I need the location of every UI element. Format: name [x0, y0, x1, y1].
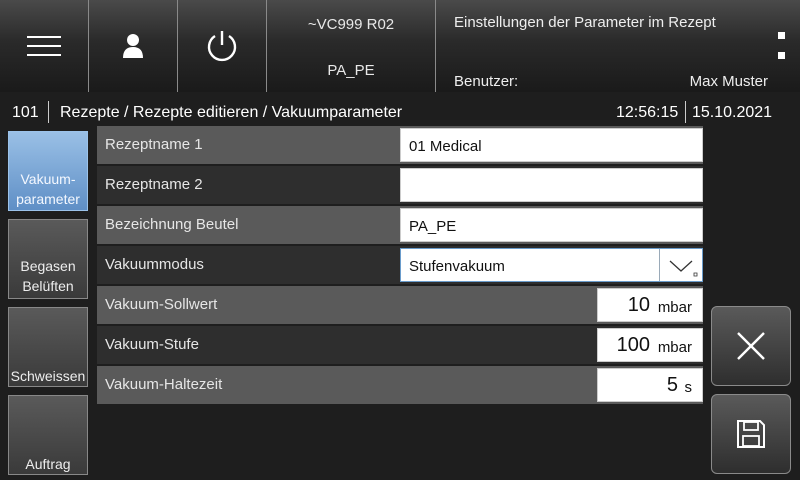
field-unit: mbar: [657, 299, 692, 316]
param-row-vakuummodus: Vakuummodus Stufenvakuum: [97, 246, 703, 284]
divider: [685, 101, 686, 123]
param-row-beutel: Bezeichnung Beutel PA_PE: [97, 206, 703, 244]
save-button[interactable]: [711, 394, 791, 474]
screen-number: 101: [12, 104, 39, 121]
nav-schweissen[interactable]: Schweissen: [8, 307, 88, 387]
chevron-down-icon: [669, 260, 698, 277]
close-icon: [737, 332, 765, 360]
param-label: Vakuum-Haltezeit: [97, 366, 597, 404]
sollwert-input[interactable]: 10 mbar: [597, 288, 703, 322]
param-row-haltezeit: Vakuum-Haltezeit 5 s: [97, 366, 703, 404]
nav-vakuumparameter[interactable]: Vakuum- parameter: [8, 131, 88, 211]
field-value: 01 Medical: [409, 138, 482, 155]
top-bar: ~VC999 R02 PA_PE Einstellungen der Param…: [0, 0, 800, 92]
param-label: Vakuum-Sollwert: [97, 286, 597, 324]
beutel-input[interactable]: PA_PE: [400, 208, 703, 242]
param-label: Bezeichnung Beutel: [97, 206, 400, 244]
hamburger-icon: [27, 36, 61, 56]
cancel-button[interactable]: [711, 306, 791, 386]
user-name: Max Muster: [689, 73, 768, 90]
nav-auftrag[interactable]: Auftrag: [8, 395, 88, 475]
rezeptname1-input[interactable]: 01 Medical: [400, 128, 703, 162]
stufe-input[interactable]: 100 mbar: [597, 328, 703, 362]
rezeptname2-input[interactable]: [400, 168, 703, 202]
user-label: Benutzer:: [454, 73, 519, 90]
field-value: Stufenvakuum: [409, 258, 505, 275]
clock-date: 15.10.2021: [692, 104, 773, 121]
power-icon: [207, 31, 237, 62]
field-value: 5: [666, 374, 678, 396]
param-label: Vakuummodus: [97, 246, 400, 284]
haltezeit-input[interactable]: 5 s: [597, 368, 703, 402]
info-panel: Einstellungen der Parameter im Rezept Be…: [436, 0, 800, 92]
clock-time: 12:56:15: [616, 104, 679, 121]
field-value: 100: [616, 334, 650, 356]
param-label: Rezeptname 2: [97, 166, 400, 204]
breadcrumb-path: Rezepte / Rezepte editieren / Vakuumpara…: [60, 104, 403, 121]
vakuummodus-select[interactable]: Stufenvakuum: [400, 248, 703, 282]
menu-button[interactable]: [0, 0, 89, 92]
user-icon: [123, 34, 143, 58]
device-id: ~VC999 R02: [307, 16, 395, 33]
field-value: PA_PE: [409, 218, 457, 235]
field-value: 10: [627, 294, 650, 316]
more-menu-icon[interactable]: [778, 32, 786, 72]
device-info: ~VC999 R02 PA_PE: [267, 0, 436, 92]
nav-begasen-belueften[interactable]: Begasen Belüften: [8, 219, 88, 299]
param-label: Vakuum-Stufe: [97, 326, 597, 364]
field-unit: s: [684, 379, 693, 396]
user-button[interactable]: [89, 0, 178, 92]
param-label: Rezeptname 1: [97, 126, 400, 164]
save-icon: [737, 420, 765, 448]
divider: [48, 101, 49, 123]
device-label: PA_PE: [327, 62, 375, 79]
breadcrumb: 101 Rezepte / Rezepte editieren / Vakuum…: [0, 96, 800, 128]
dropdown-button[interactable]: [659, 249, 702, 281]
param-row-stufe: Vakuum-Stufe 100 mbar: [97, 326, 703, 364]
power-button[interactable]: [178, 0, 267, 92]
field-unit: mbar: [657, 339, 692, 356]
param-row-rezeptname2: Rezeptname 2: [97, 166, 703, 204]
param-row-sollwert: Vakuum-Sollwert 10 mbar: [97, 286, 703, 324]
param-row-rezeptname1: Rezeptname 1 01 Medical: [97, 126, 703, 164]
screen-title: Einstellungen der Parameter im Rezept: [454, 14, 716, 31]
